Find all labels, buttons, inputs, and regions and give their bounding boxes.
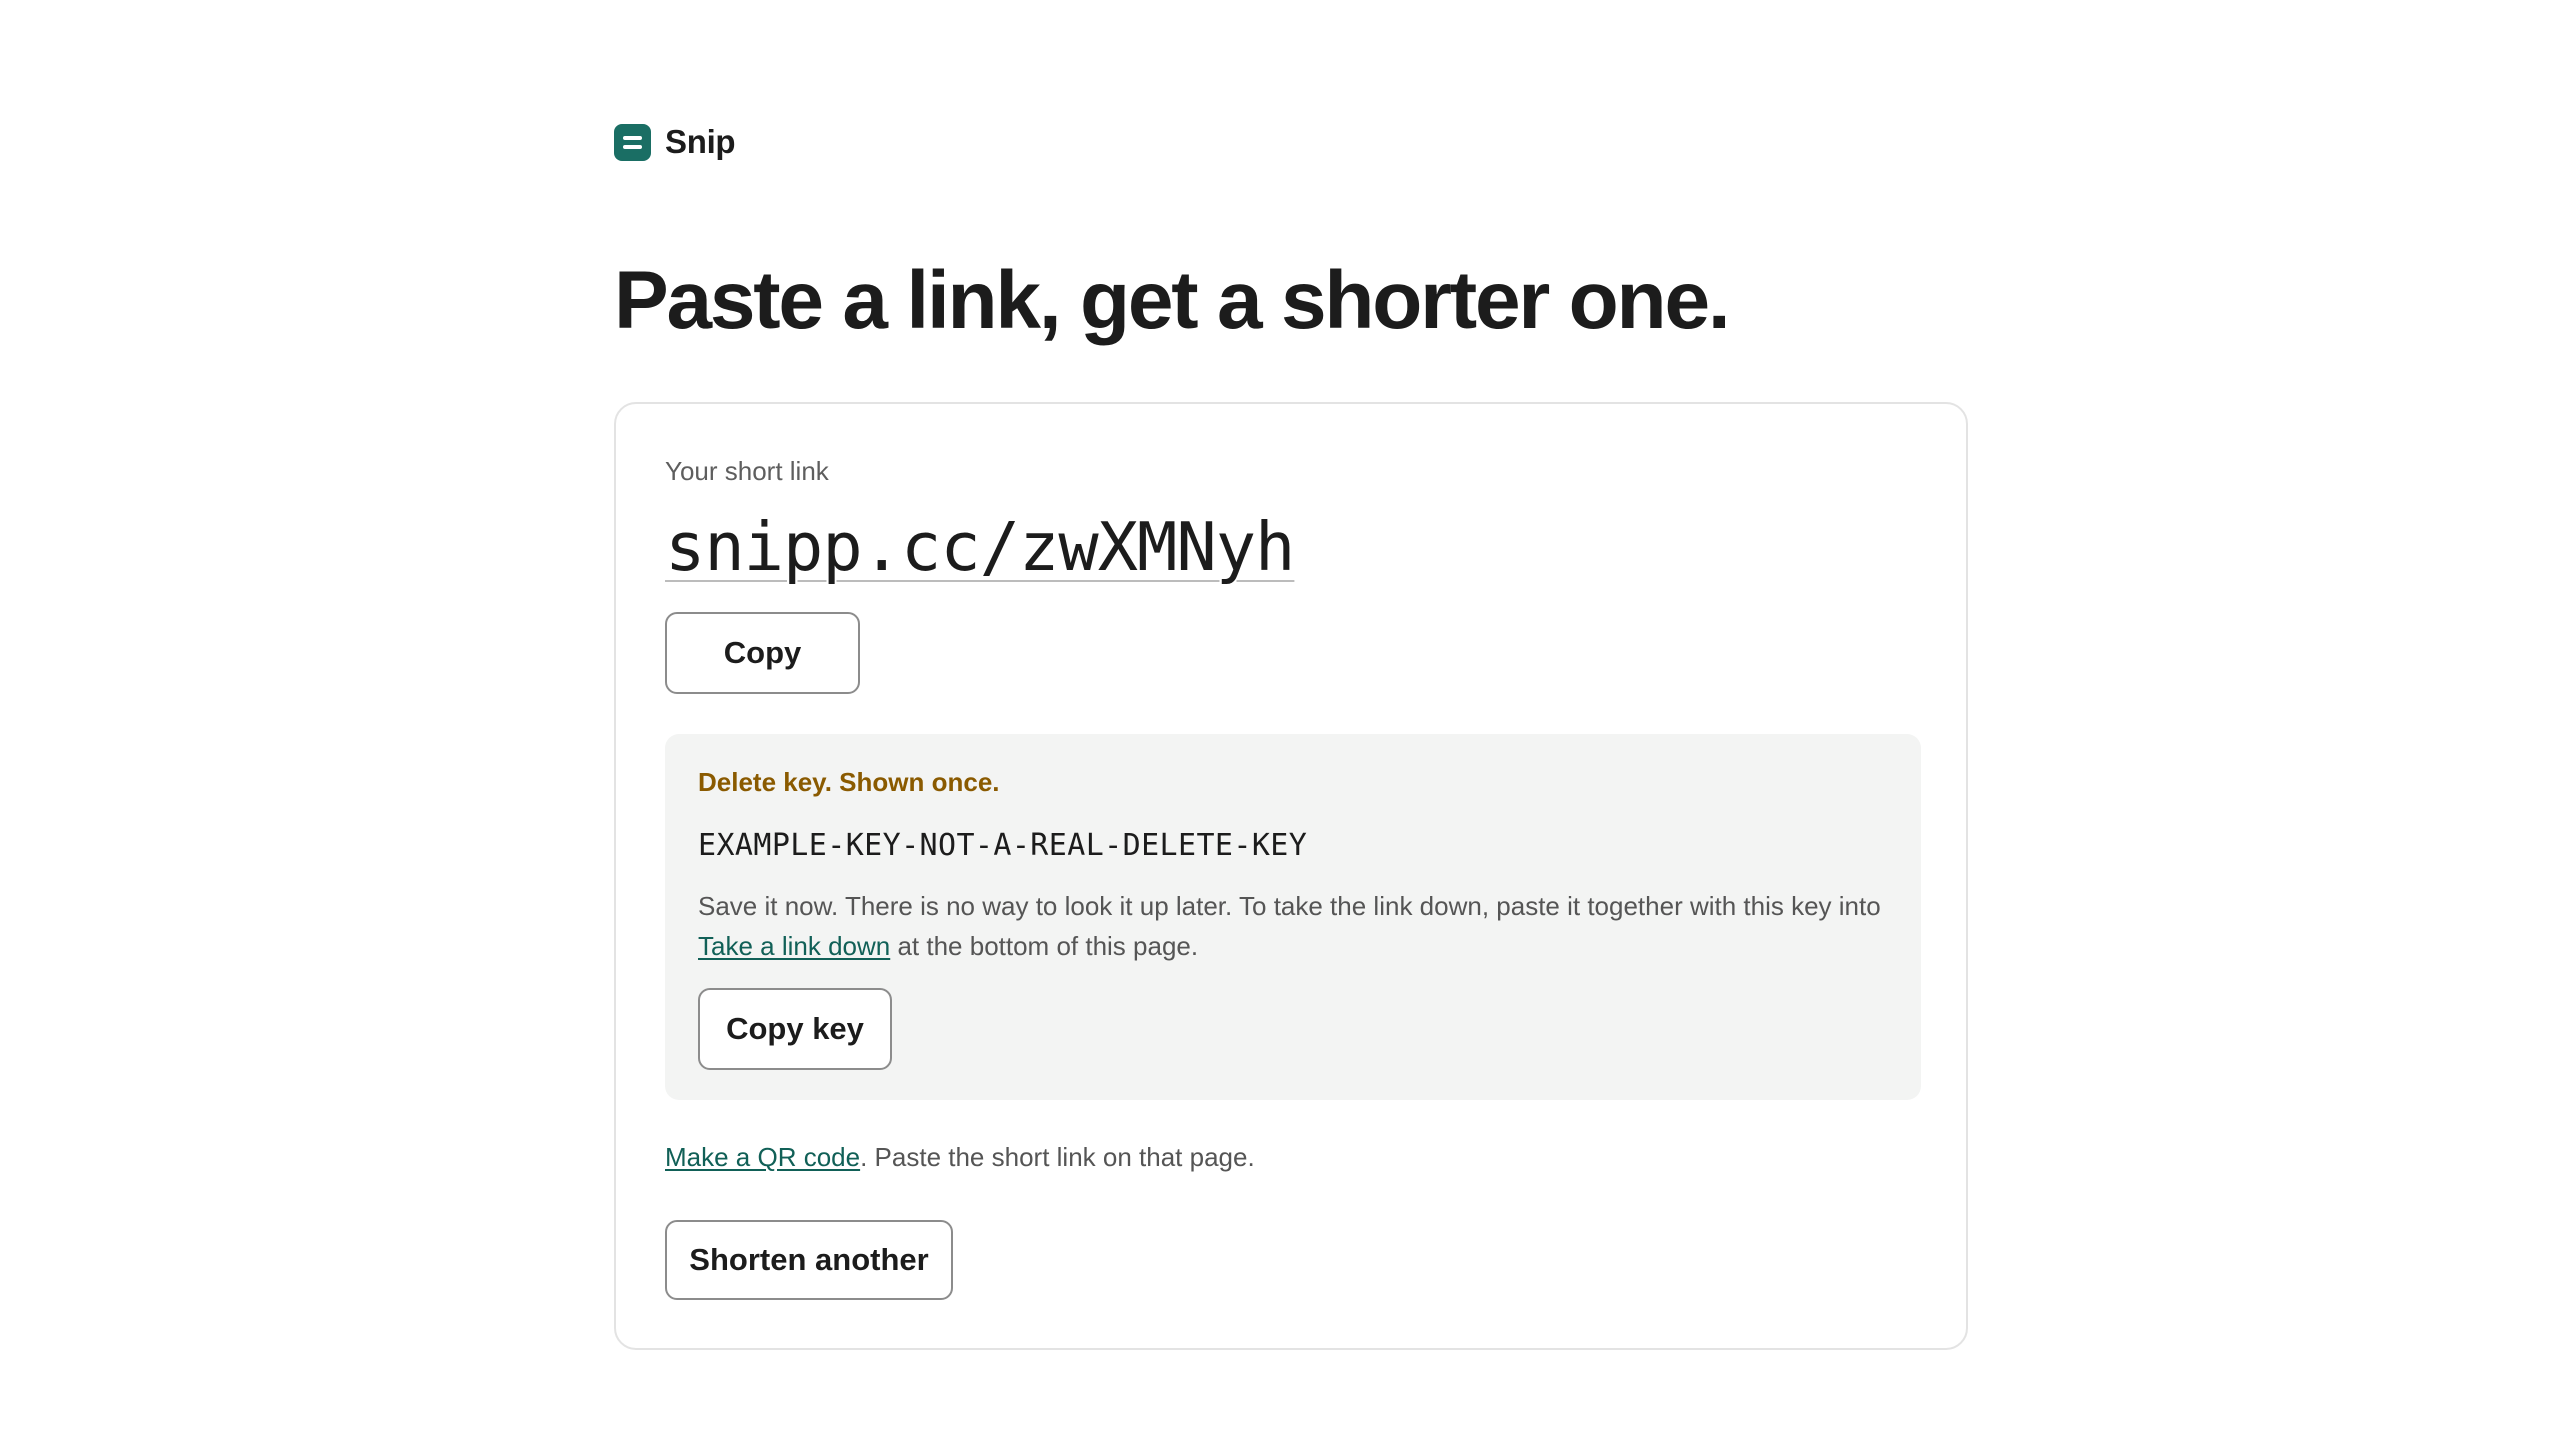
qr-note-text: . Paste the short link on that page. bbox=[860, 1142, 1255, 1172]
page-title: Paste a link, get a shorter one. bbox=[614, 255, 1731, 346]
delete-key-panel: Delete key. Shown once. EXAMPLE-KEY-NOT-… bbox=[665, 734, 1921, 1100]
delete-key-help-text: Save it now. There is no way to look it … bbox=[698, 891, 1881, 921]
snip-logo-icon bbox=[614, 123, 651, 161]
qr-note: Make a QR code. Paste the short link on … bbox=[665, 1142, 1255, 1173]
delete-key-help-text-end: at the bottom of this page. bbox=[890, 931, 1199, 961]
copy-button[interactable]: Copy bbox=[665, 612, 860, 694]
copy-key-button[interactable]: Copy key bbox=[698, 988, 892, 1070]
delete-key-value[interactable]: EXAMPLE-KEY-NOT-A-REAL-DELETE-KEY bbox=[698, 828, 1307, 863]
delete-key-title: Delete key. Shown once. bbox=[698, 767, 1000, 797]
shorten-another-button[interactable]: Shorten another bbox=[665, 1220, 953, 1300]
result-card: Your short link snipp.cc/zwXMNyh Copy De… bbox=[614, 402, 1968, 1350]
brand[interactable]: Snip bbox=[614, 122, 736, 162]
make-qr-code-link[interactable]: Make a QR code bbox=[665, 1142, 860, 1172]
take-link-down-link[interactable]: Take a link down bbox=[698, 931, 890, 961]
delete-key-help: Save it now. There is no way to look it … bbox=[698, 886, 1898, 966]
brand-name: Snip bbox=[665, 123, 736, 160]
short-link-label: Your short link bbox=[665, 456, 829, 486]
short-link[interactable]: snipp.cc/zwXMNyh bbox=[665, 504, 1295, 590]
